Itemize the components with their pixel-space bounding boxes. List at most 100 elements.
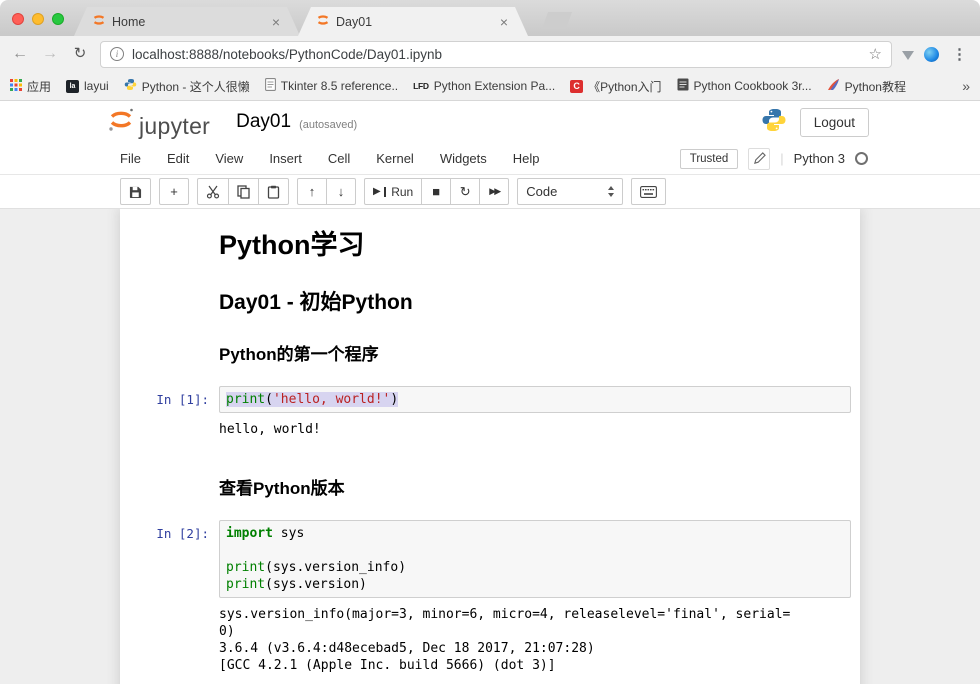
run-label: Run: [391, 185, 413, 199]
python-logo-icon: [761, 107, 787, 138]
tab-label: Day01: [336, 15, 492, 29]
move-cell-up-button[interactable]: ↑: [297, 178, 327, 205]
bookmark-python-cookbook[interactable]: Python Cookbook 3r...: [677, 78, 812, 94]
cut-cell-button[interactable]: [197, 178, 229, 205]
bookmark-label: 《Python入门: [588, 78, 661, 95]
menu-file[interactable]: File: [107, 151, 154, 166]
menu-kernel[interactable]: Kernel: [363, 151, 427, 166]
tab-close-icon[interactable]: ×: [498, 15, 510, 29]
new-tab-button[interactable]: [542, 12, 572, 29]
divider: |: [780, 151, 783, 166]
c-favicon: C: [570, 80, 583, 93]
move-cell-down-button[interactable]: ↓: [326, 178, 356, 205]
markdown-cell-first-program[interactable]: Python的第一个程序: [120, 326, 860, 373]
restart-run-all-button[interactable]: ▶▶: [479, 178, 509, 205]
notebook-container: Python学习 Day01 - 初始Python Python的第一个程序 I…: [120, 209, 860, 684]
select-arrows-icon: [608, 186, 614, 197]
interrupt-kernel-button[interactable]: ■: [421, 178, 451, 205]
cell-output-1: hello, world!: [120, 413, 860, 442]
code-cell-2[interactable]: In [2]: import sysprint(sys.version_info…: [120, 507, 860, 598]
bookmark-label: Python - 这个人很懒: [142, 78, 250, 95]
layui-favicon: la: [66, 80, 79, 93]
logout-button[interactable]: Logout: [800, 108, 869, 137]
markdown-cell-day01[interactable]: Day01 - 初始Python: [120, 274, 860, 326]
step-bar-icon: [384, 187, 387, 197]
page-favicon-icon: [265, 78, 276, 94]
bookmark-python-blog[interactable]: Python - 这个人很懒: [124, 78, 250, 95]
tab-close-icon[interactable]: ×: [270, 15, 282, 29]
cell-type-select[interactable]: Code: [517, 178, 623, 205]
reload-button[interactable]: ↻: [70, 46, 90, 62]
bookmark-apps[interactable]: 应用: [10, 78, 51, 95]
code-input-1[interactable]: print('hello, world!'): [219, 386, 851, 413]
bookmark-star-icon[interactable]: ☆: [869, 45, 882, 63]
notebook-toolbar: + ↑ ↓ ▶ Run ■ ↻ ▶▶ Co: [0, 175, 980, 209]
trusted-badge[interactable]: Trusted: [680, 149, 739, 169]
browser-toolbar: ← → ↻ i localhost:8888/notebooks/PythonC…: [0, 36, 980, 72]
jupyter-favicon-icon: [316, 13, 330, 30]
play-icon: ▶: [373, 185, 381, 198]
paste-cell-button[interactable]: [258, 178, 289, 205]
code-cell-1[interactable]: In [1]: print('hello, world!'): [120, 373, 860, 413]
markdown-cell-title[interactable]: Python学习: [120, 213, 860, 274]
browser-menu-icon[interactable]: ⋮: [949, 45, 970, 63]
minimize-window-button[interactable]: [32, 13, 44, 25]
command-palette-button[interactable]: [631, 178, 666, 205]
jupyter-logo[interactable]: jupyter: [106, 106, 210, 138]
menu-edit[interactable]: Edit: [154, 151, 202, 166]
restart-icon: ↻: [460, 185, 471, 198]
menu-widgets[interactable]: Widgets: [427, 151, 500, 166]
input-prompt: In [2]:: [120, 520, 219, 598]
extension-globe-icon[interactable]: [924, 47, 939, 62]
edit-mode-pencil-icon: [748, 148, 770, 170]
notebook-title[interactable]: Day01: [236, 111, 291, 133]
page-info-icon[interactable]: i: [110, 47, 124, 61]
jupyter-favicon-icon: [92, 13, 106, 30]
book-favicon-icon: [677, 78, 689, 94]
run-button[interactable]: ▶ Run: [364, 178, 422, 205]
heading-first-program: Python的第一个程序: [219, 340, 851, 365]
restart-kernel-button[interactable]: ↻: [450, 178, 480, 205]
bookmark-python-intro[interactable]: C 《Python入门: [570, 78, 661, 95]
bookmark-python-extensions[interactable]: LFD Python Extension Pa...: [413, 79, 555, 93]
bookmarks-overflow-icon[interactable]: »: [962, 78, 970, 94]
browser-tab-home[interactable]: Home ×: [74, 7, 300, 36]
lfd-favicon: LFD: [413, 80, 429, 93]
close-window-button[interactable]: [12, 13, 24, 25]
menu-help[interactable]: Help: [500, 151, 553, 166]
jupyter-wordmark: jupyter: [139, 114, 210, 138]
kernel-idle-icon: [855, 152, 868, 165]
bookmark-python-tutorial[interactable]: Python教程: [827, 78, 906, 95]
jupyter-header: jupyter Day01 (autosaved) Logout: [0, 101, 980, 143]
autosave-status: (autosaved): [299, 113, 357, 131]
extension-triangle-icon[interactable]: [902, 51, 914, 60]
markdown-cell-version[interactable]: 查看Python版本: [120, 460, 860, 507]
address-bar[interactable]: i localhost:8888/notebooks/PythonCode/Da…: [100, 41, 892, 68]
copy-cell-button[interactable]: [228, 178, 259, 205]
tab-label: Home: [112, 15, 264, 29]
save-button[interactable]: [120, 178, 151, 205]
cell-type-value: Code: [526, 184, 557, 199]
bookmark-label: Python教程: [845, 78, 906, 95]
bookmark-tkinter[interactable]: Tkinter 8.5 reference..: [265, 78, 398, 94]
heading-check-version: 查看Python版本: [219, 474, 851, 499]
bookmark-label: layui: [84, 79, 109, 93]
add-cell-button[interactable]: +: [159, 178, 189, 205]
kernel-name: Python 3: [794, 151, 845, 166]
menu-view[interactable]: View: [202, 151, 256, 166]
bookmark-layui[interactable]: la layui: [66, 79, 109, 93]
code-input-2[interactable]: import sysprint(sys.version_info)print(s…: [219, 520, 851, 598]
heading-day01: Day01 - 初始Python: [219, 286, 851, 316]
menu-cell[interactable]: Cell: [315, 151, 363, 166]
stop-icon: ■: [432, 185, 440, 198]
zoom-window-button[interactable]: [52, 13, 64, 25]
bookmark-label: Tkinter 8.5 reference..: [281, 79, 398, 93]
menu-insert[interactable]: Insert: [256, 151, 315, 166]
back-button[interactable]: ←: [10, 46, 30, 62]
window-controls: [12, 13, 64, 25]
bookmarks-bar: 应用 la layui Python - 这个人很懒 Tkinter 8.5 r…: [0, 72, 980, 101]
browser-tab-day01[interactable]: Day01 ×: [298, 7, 528, 36]
python-favicon-icon: [124, 78, 137, 94]
forward-button[interactable]: →: [40, 46, 60, 62]
browser-window: Home × Day01 × ← → ↻ i localhost:8888/no…: [0, 0, 980, 684]
